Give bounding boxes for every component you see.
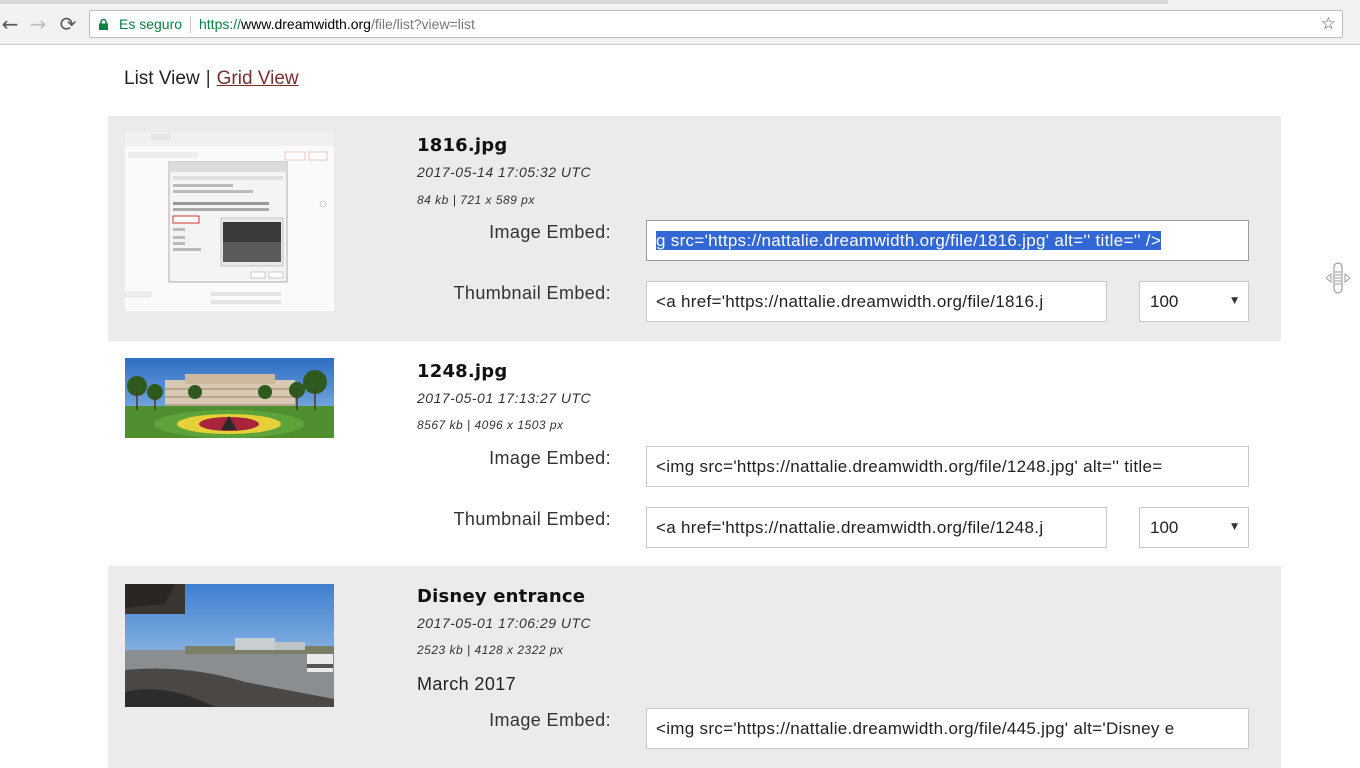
forward-icon[interactable]: → (26, 12, 50, 36)
file-row-1816: 1816.jpg 2017-05-14 17:05:32 UTC 84 kb |… (108, 116, 1281, 341)
image-embed-label: Image Embed: (489, 448, 611, 468)
thumbnail-embed-field[interactable]: <a href='https://nattalie.dreamwidth.org… (646, 507, 1107, 548)
thumbnail-size-select[interactable]: 100 ▼ (1139, 507, 1249, 548)
thumbnail-size-select[interactable]: 100 ▼ (1139, 281, 1249, 322)
reload-icon[interactable]: ⟳ (56, 12, 80, 36)
autoscroll-icon (1325, 262, 1351, 294)
lock-icon (99, 19, 108, 30)
url-scheme: https:// (199, 16, 242, 32)
omnibox-divider (190, 16, 191, 33)
thumbnail-embed-field[interactable]: <a href='https://nattalie.dreamwidth.org… (646, 281, 1107, 322)
file-row-disney-entrance: Disney entrance 2017-05-01 17:06:29 UTC … (108, 566, 1281, 768)
secure-label[interactable]: Es seguro (119, 16, 182, 32)
selected-text: g src='https://nattalie.dreamwidth.org/f… (656, 231, 1162, 250)
file-name: 1816.jpg (417, 135, 508, 156)
url-text[interactable]: https://www.dreamwidth.org/file/list?vie… (199, 16, 475, 32)
url-path: /file/list?view=list (370, 16, 475, 32)
file-meta: 2523 kb | 4128 x 2322 px (417, 643, 564, 657)
browser-toolbar: ← → ⟳ Es seguro https://www.dreamwidth.o… (0, 4, 1360, 45)
thumbnail-1248[interactable] (125, 358, 334, 438)
thumbnail-disney-entrance[interactable] (125, 584, 334, 707)
address-bar[interactable]: Es seguro https://www.dreamwidth.org/fil… (89, 10, 1343, 38)
image-embed-label: Image Embed: (489, 710, 611, 730)
list-view-label: List View (124, 68, 200, 89)
url-host: www.dreamwidth.org (241, 16, 371, 32)
size-value: 100 (1150, 292, 1179, 311)
file-description: March 2017 (417, 674, 517, 694)
caret-down-icon: ▼ (1231, 296, 1238, 306)
bookmark-star-icon[interactable]: ☆ (1321, 14, 1336, 34)
image-embed-field[interactable]: <img src='https://nattalie.dreamwidth.or… (646, 446, 1249, 487)
image-embed-label: Image Embed: (489, 222, 611, 242)
view-switch: List View | Grid View (124, 68, 299, 90)
image-embed-field[interactable]: <img src='https://nattalie.dreamwidth.or… (646, 708, 1249, 749)
file-row-1248: 1248.jpg 2017-05-01 17:13:27 UTC 8567 kb… (108, 341, 1281, 566)
file-date: 2017-05-01 17:13:27 UTC (417, 390, 592, 406)
file-date: 2017-05-01 17:06:29 UTC (417, 615, 592, 631)
view-separator: | (205, 68, 211, 89)
thumbnail-embed-label: Thumbnail Embed: (453, 509, 611, 529)
file-date: 2017-05-14 17:05:32 UTC (417, 164, 592, 180)
image-embed-field[interactable]: g src='https://nattalie.dreamwidth.org/f… (646, 220, 1249, 261)
caret-down-icon: ▼ (1231, 522, 1238, 532)
size-value: 100 (1150, 518, 1179, 537)
grid-view-link[interactable]: Grid View (217, 68, 299, 89)
file-name: 1248.jpg (417, 361, 508, 382)
file-name: Disney entrance (417, 586, 586, 607)
thumbnail-embed-label: Thumbnail Embed: (453, 283, 611, 303)
back-icon[interactable]: ← (0, 12, 22, 36)
file-meta: 84 kb | 721 x 589 px (417, 193, 535, 207)
file-meta: 8567 kb | 4096 x 1503 px (417, 418, 564, 432)
thumbnail-1816[interactable] (125, 132, 334, 311)
